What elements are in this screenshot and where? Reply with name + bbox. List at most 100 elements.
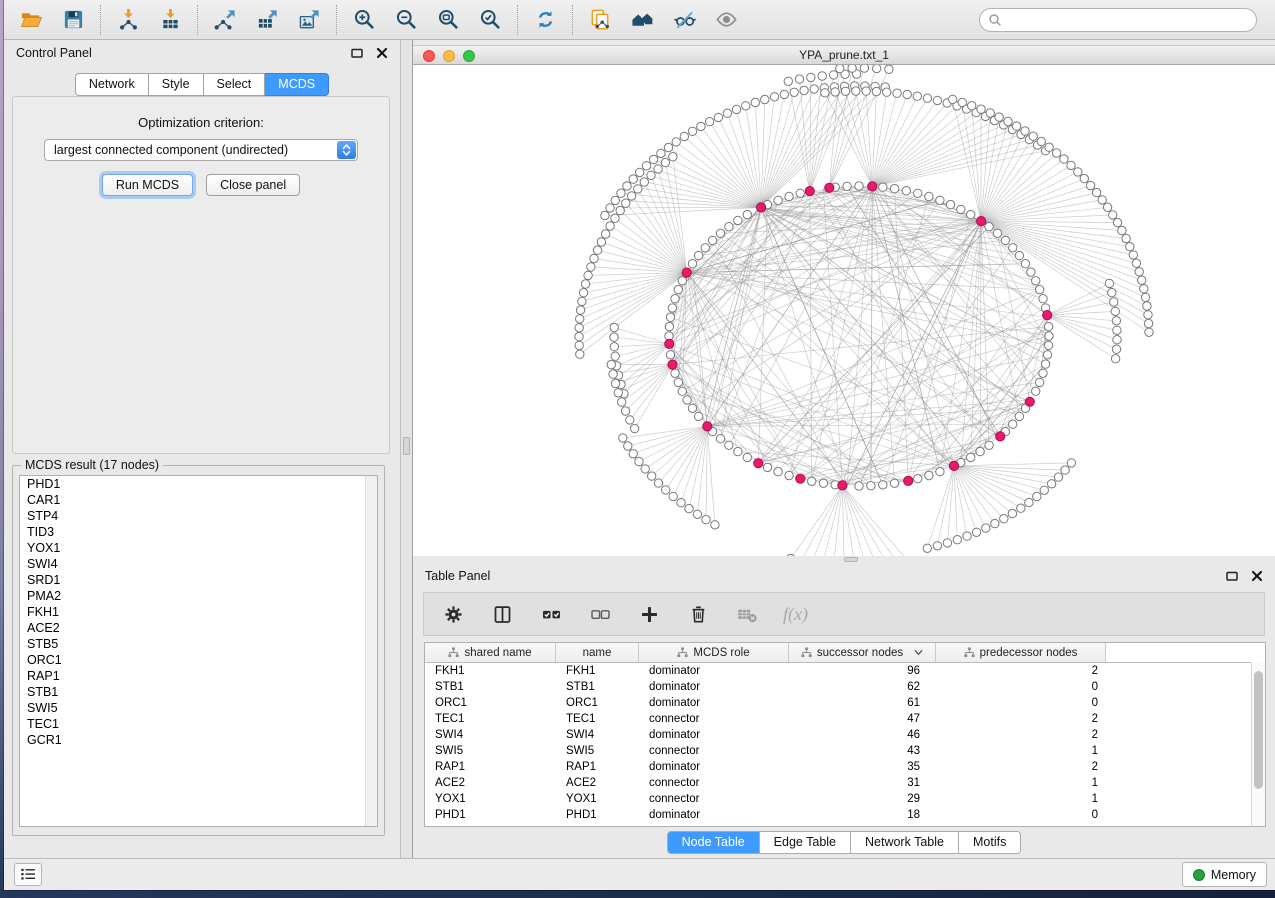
mcds-result-item[interactable]: SWI5 xyxy=(20,700,377,716)
open-session-button[interactable] xyxy=(10,4,52,36)
table-cell[interactable]: TEC1 xyxy=(556,711,639,727)
mcds-result-item[interactable]: SWI4 xyxy=(20,556,377,572)
table-cell[interactable]: RAP1 xyxy=(556,759,639,775)
table-cell[interactable]: dominator xyxy=(639,663,789,679)
delete-table-button[interactable] xyxy=(734,601,760,627)
zoom-selected-button[interactable] xyxy=(469,4,511,36)
select-all-rows-button[interactable] xyxy=(538,601,564,627)
table-cell[interactable]: 2 xyxy=(936,711,1106,727)
table-cell[interactable]: STB1 xyxy=(425,679,556,695)
column-header-predecessor-nodes[interactable]: predecessor nodes xyxy=(936,643,1106,662)
save-session-button[interactable] xyxy=(52,4,94,36)
table-cell[interactable]: FKH1 xyxy=(425,663,556,679)
export-table-button[interactable] xyxy=(246,4,288,36)
table-cell[interactable]: connector xyxy=(639,775,789,791)
table-cell[interactable]: TEC1 xyxy=(425,711,556,727)
float-window-icon[interactable] xyxy=(351,47,363,59)
table-cell[interactable]: 61 xyxy=(789,695,936,711)
table-cell[interactable]: 43 xyxy=(789,743,936,759)
task-history-button[interactable] xyxy=(14,863,42,886)
mcds-result-item[interactable]: YOX1 xyxy=(20,540,377,556)
table-cell[interactable]: PHD1 xyxy=(556,807,639,823)
table-row[interactable]: YOX1YOX1connector291 xyxy=(425,791,1251,807)
table-cell[interactable]: 2 xyxy=(936,727,1106,743)
close-window-button[interactable] xyxy=(423,50,435,62)
table-cell[interactable]: 96 xyxy=(789,663,936,679)
close-table-panel-icon[interactable] xyxy=(1251,570,1263,582)
table-cell[interactable]: SWI4 xyxy=(425,727,556,743)
table-cell[interactable]: 0 xyxy=(936,807,1106,823)
clone-network-button[interactable] xyxy=(579,4,621,36)
mcds-result-item[interactable]: STB1 xyxy=(20,684,377,700)
table-cell[interactable]: YOX1 xyxy=(425,791,556,807)
export-image-button[interactable] xyxy=(288,4,330,36)
zoom-fit-content-button[interactable] xyxy=(427,4,469,36)
table-row[interactable]: TEC1TEC1connector472 xyxy=(425,711,1251,727)
horizontal-splitter[interactable] xyxy=(413,556,1275,564)
table-row[interactable]: PHD1PHD1dominator180 xyxy=(425,807,1251,823)
tab-mcds[interactable]: MCDS xyxy=(265,73,329,96)
mcds-result-item[interactable]: ACE2 xyxy=(20,620,377,636)
table-cell[interactable]: 1 xyxy=(936,791,1106,807)
table-cell[interactable]: dominator xyxy=(639,679,789,695)
mcds-result-item[interactable]: STP4 xyxy=(20,508,377,524)
mcds-list-scrollbar[interactable] xyxy=(365,476,377,826)
table-cell[interactable]: 46 xyxy=(789,727,936,743)
tab-select[interactable]: Select xyxy=(204,73,266,96)
close-panel-icon[interactable] xyxy=(376,47,388,59)
table-cell[interactable]: 0 xyxy=(936,695,1106,711)
deselect-all-rows-button[interactable] xyxy=(587,601,613,627)
vertical-splitter-grip[interactable] xyxy=(403,437,410,455)
search-input[interactable] xyxy=(1002,10,1256,30)
import-network-from-file-button[interactable] xyxy=(107,4,149,36)
mcds-result-item[interactable]: GCR1 xyxy=(20,732,377,748)
create-column-button[interactable] xyxy=(636,601,662,627)
tab-network-table[interactable]: Network Table xyxy=(850,832,958,853)
table-cell[interactable]: FKH1 xyxy=(556,663,639,679)
table-cell[interactable]: dominator xyxy=(639,727,789,743)
table-scrollbar-thumb[interactable] xyxy=(1254,671,1263,789)
table-row[interactable]: ACE2ACE2connector311 xyxy=(425,775,1251,791)
mcds-result-item[interactable]: PHD1 xyxy=(20,476,377,492)
import-table-from-file-button[interactable] xyxy=(149,4,191,36)
table-cell[interactable]: 35 xyxy=(789,759,936,775)
table-cell[interactable]: 47 xyxy=(789,711,936,727)
table-cell[interactable]: 29 xyxy=(789,791,936,807)
export-network-button[interactable] xyxy=(204,4,246,36)
mcds-result-item[interactable]: PMA2 xyxy=(20,588,377,604)
mcds-result-item[interactable]: RAP1 xyxy=(20,668,377,684)
table-cell[interactable]: ORC1 xyxy=(425,695,556,711)
maximize-window-button[interactable] xyxy=(463,50,475,62)
column-header-MCDS-role[interactable]: MCDS role xyxy=(639,643,789,662)
show-all-networks-button[interactable] xyxy=(621,4,663,36)
table-row[interactable]: STB1STB1dominator620 xyxy=(425,679,1251,695)
table-cell[interactable]: connector xyxy=(639,791,789,807)
column-header-name[interactable]: name xyxy=(556,643,639,662)
delete-columns-button[interactable] xyxy=(685,601,711,627)
table-row[interactable]: FKH1FKH1dominator962 xyxy=(425,663,1251,679)
mcds-result-item[interactable]: CAR1 xyxy=(20,492,377,508)
float-table-panel-icon[interactable] xyxy=(1226,570,1238,582)
table-cell[interactable]: 18 xyxy=(789,807,936,823)
table-cell[interactable]: connector xyxy=(639,711,789,727)
table-row[interactable]: SWI4SWI4dominator462 xyxy=(425,727,1251,743)
mcds-result-item[interactable]: SRD1 xyxy=(20,572,377,588)
close-panel-button[interactable]: Close panel xyxy=(206,174,300,196)
table-cell[interactable]: YOX1 xyxy=(556,791,639,807)
table-cell[interactable]: dominator xyxy=(639,759,789,775)
table-cell[interactable]: SWI5 xyxy=(556,743,639,759)
show-annotations-button[interactable] xyxy=(705,4,747,36)
table-cell[interactable]: 0 xyxy=(936,679,1106,695)
run-mcds-button[interactable]: Run MCDS xyxy=(102,174,193,196)
show-hide-columns-button[interactable] xyxy=(489,601,515,627)
tab-network[interactable]: Network xyxy=(75,73,149,96)
table-cell[interactable]: connector xyxy=(639,743,789,759)
mcds-result-item[interactable]: STB5 xyxy=(20,636,377,652)
minimize-window-button[interactable] xyxy=(443,50,455,62)
table-row[interactable]: SWI5SWI5connector431 xyxy=(425,743,1251,759)
table-cell[interactable]: 2 xyxy=(936,663,1106,679)
tab-edge-table[interactable]: Edge Table xyxy=(759,832,850,853)
mcds-result-list[interactable]: PHD1CAR1STP4TID3YOX1SWI4SRD1PMA2FKH1ACE2… xyxy=(19,475,378,827)
table-cell[interactable]: 1 xyxy=(936,743,1106,759)
column-header-successor-nodes[interactable]: successor nodes xyxy=(789,643,936,662)
